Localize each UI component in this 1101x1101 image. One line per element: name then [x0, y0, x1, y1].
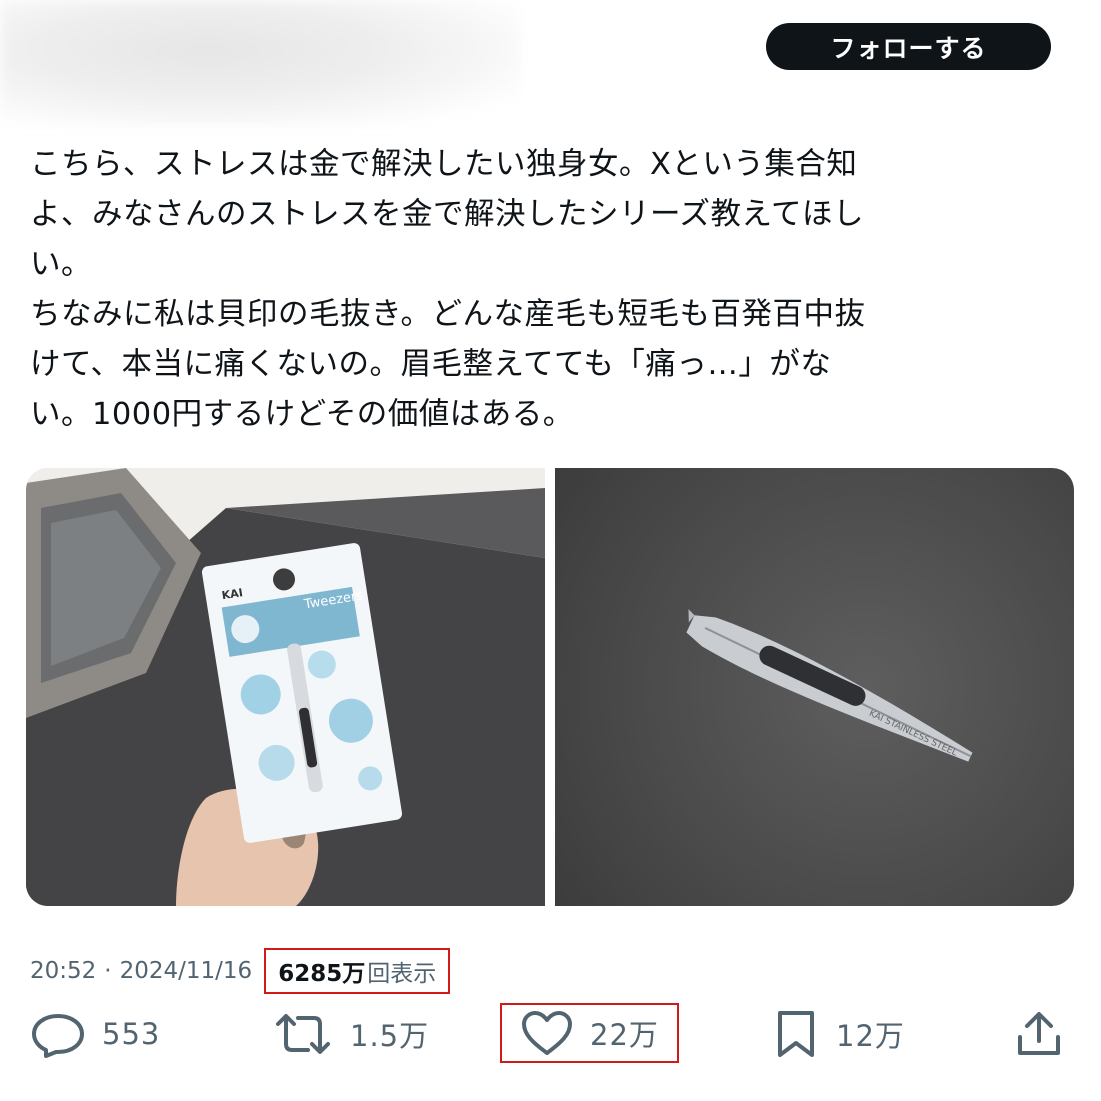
like-button[interactable]: 22万 — [500, 1003, 679, 1063]
packaged-tweezers-illustration: KAI Tweezers — [26, 468, 545, 906]
tweet-text-line: い。1000円するけどその価値はある。 — [30, 397, 574, 432]
heart-icon — [522, 1011, 572, 1055]
bookmark-icon — [778, 1011, 814, 1057]
tweezers-illustration: KAI STAINLESS STEEL — [686, 609, 973, 762]
bookmark-button[interactable]: 12万 — [772, 1003, 905, 1065]
tweet-text-line: けて、本当に痛くないの。眉毛整えてても「痛っ…」がな — [30, 347, 832, 382]
tweezers: KAI STAINLESS STEEL — [686, 609, 973, 762]
tweet-actions: 553 1.5万 22万 12万 — [0, 1003, 1101, 1073]
views-highlight[interactable]: 6285万 回表示 — [264, 948, 451, 994]
tweet-text-line: こちら、ストレスは金で解決したい独身女。Xという集合知 — [30, 147, 858, 182]
like-count: 22万 — [590, 1018, 659, 1052]
views-count: 6285万 — [278, 961, 366, 987]
photo-tweezers[interactable]: KAI STAINLESS STEEL — [555, 468, 1074, 906]
repost-button[interactable]: 1.5万 — [272, 1003, 429, 1065]
share-icon — [1018, 1012, 1060, 1055]
tweet-media: KAI Tweezers KAI STAINLESS STEEL — [26, 468, 1074, 906]
tweet-date[interactable]: 2024/11/16 — [120, 958, 253, 984]
tweet-meta: 20:52 · 2024/11/16 6285万 回表示 — [30, 948, 451, 994]
share-button[interactable] — [1014, 1003, 1064, 1065]
tweet-time[interactable]: 20:52 — [30, 958, 96, 984]
bookmark-count: 12万 — [836, 1019, 905, 1053]
reply-button[interactable]: 553 — [30, 1003, 160, 1065]
views-label: 回表示 — [367, 961, 437, 987]
reply-count: 553 — [102, 1017, 161, 1051]
tweet-text-line: よ、みなさんのストレスを金で解決したシリーズ教えてほし — [30, 197, 864, 232]
tweet-text: こちら、ストレスは金で解決したい独身女。Xという集合知 よ、みなさんのストレスを… — [30, 140, 1070, 440]
blurred-user-name — [0, 0, 520, 125]
follow-button[interactable]: フォローする — [766, 23, 1051, 70]
photo-packaged-tweezers[interactable]: KAI Tweezers — [26, 468, 545, 906]
tweet-text-line: い。 — [30, 247, 92, 282]
repost-count: 1.5万 — [350, 1019, 430, 1053]
tweezer-engraving: KAI STAINLESS STEEL — [867, 709, 958, 759]
repost-icon — [276, 1014, 330, 1054]
meta-separator: · — [104, 958, 112, 984]
tweet-text-line: ちなみに私は貝印の毛抜き。どんな産毛も短毛も百発百中抜 — [30, 297, 866, 332]
reply-icon — [32, 1014, 84, 1058]
